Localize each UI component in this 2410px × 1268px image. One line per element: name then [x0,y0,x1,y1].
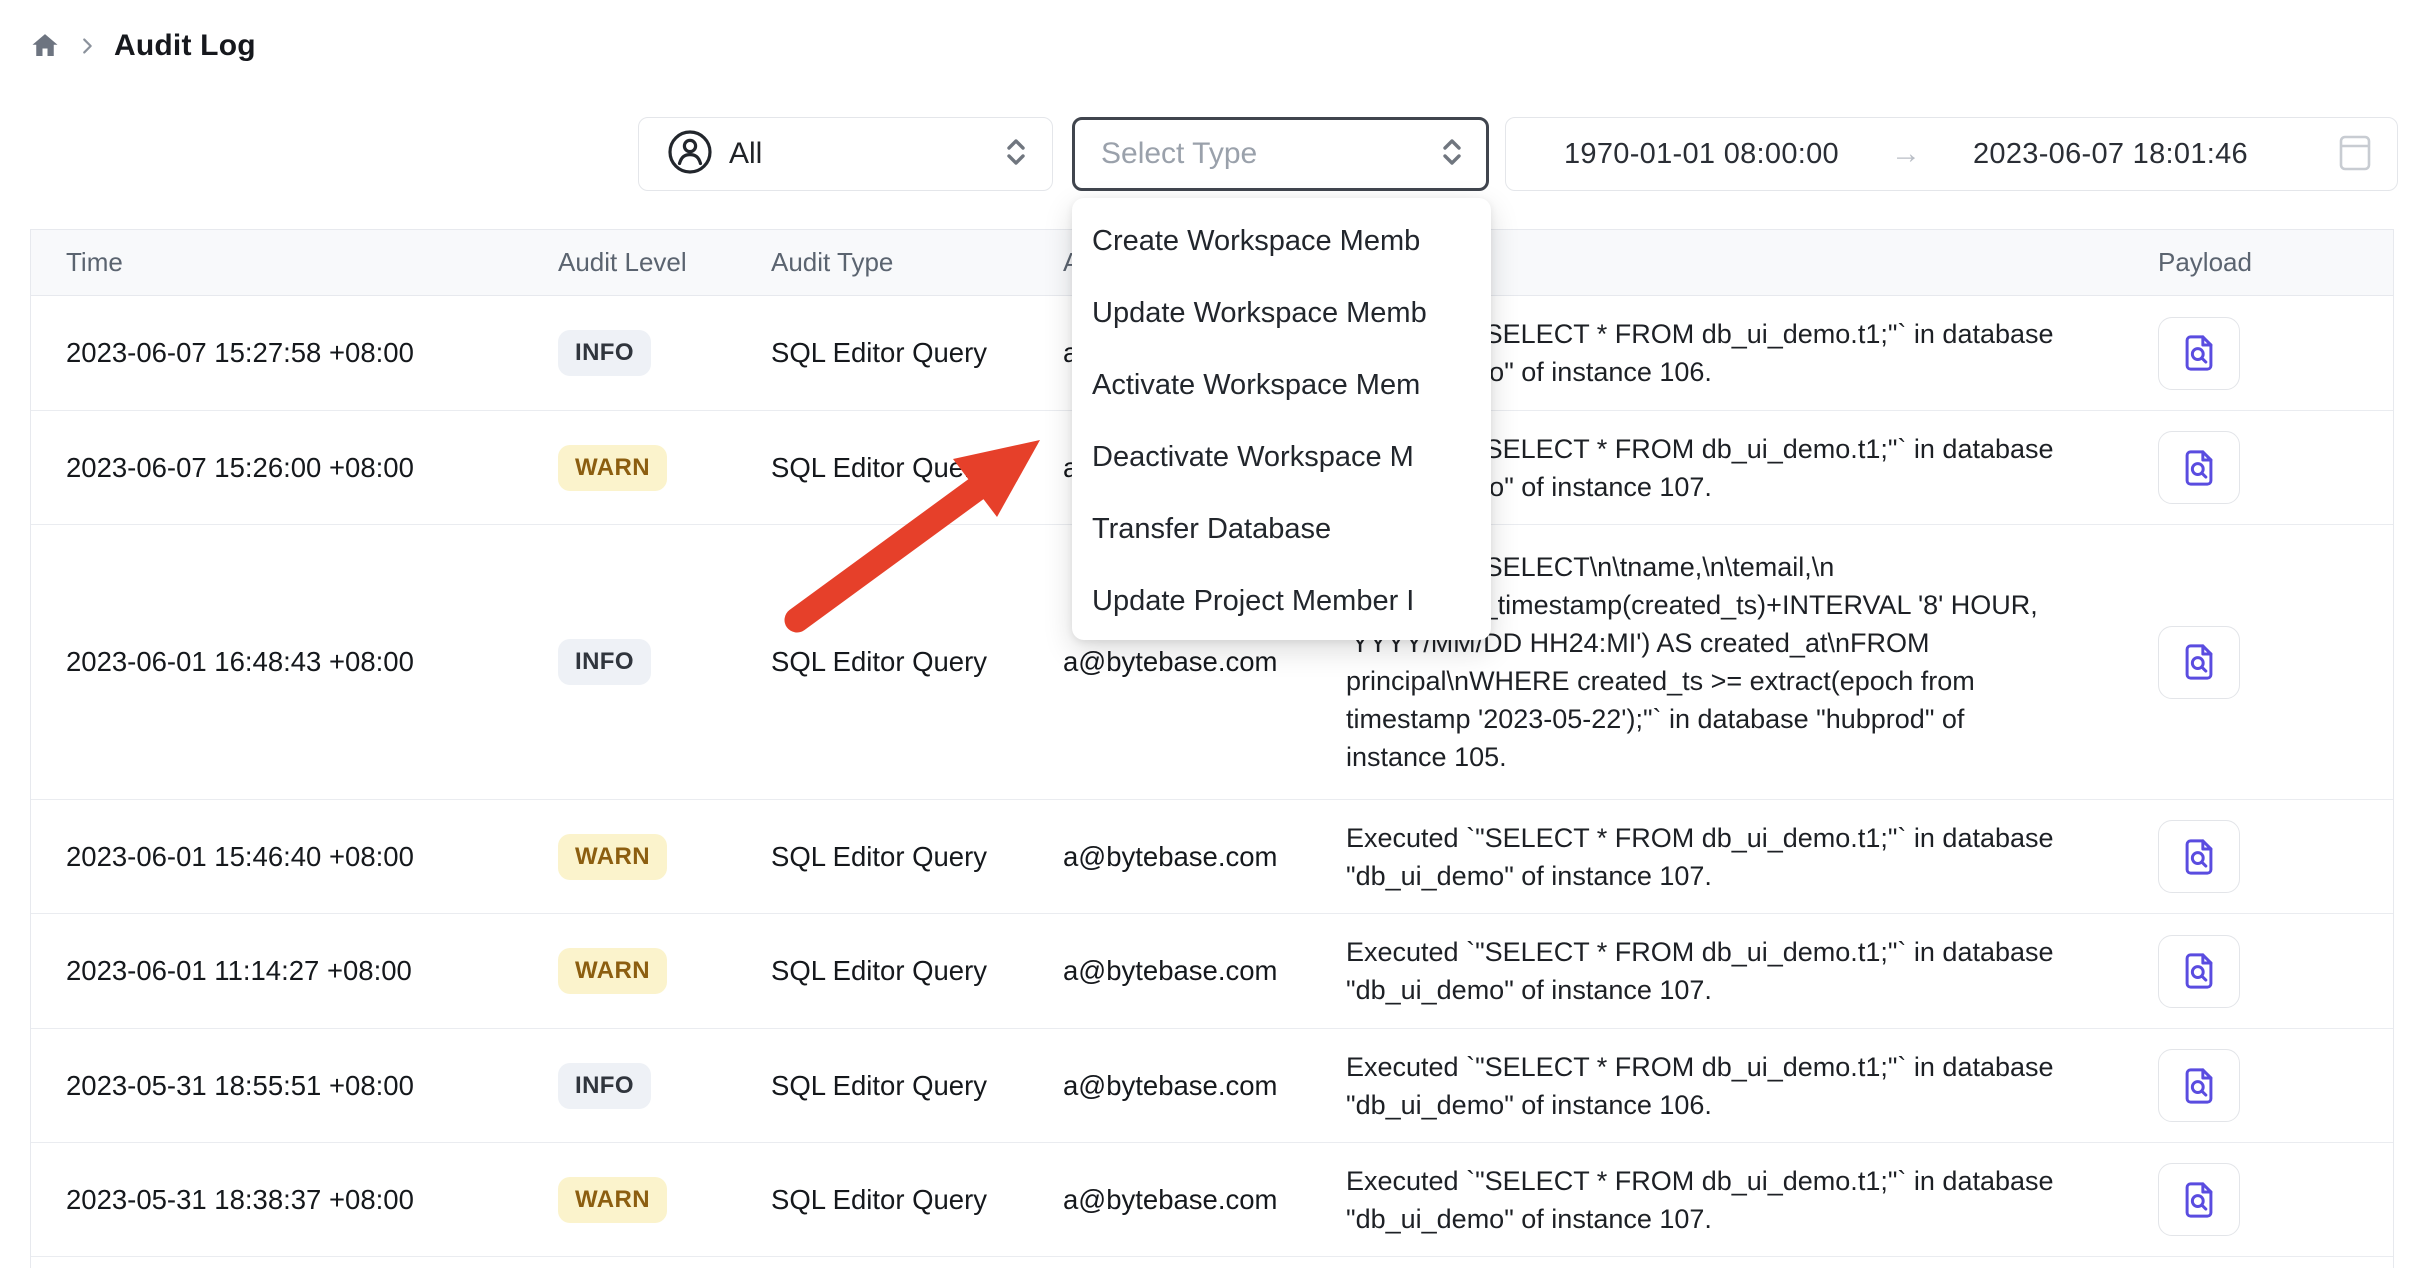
audit-level-badge: INFO [558,1063,651,1109]
view-payload-button[interactable] [2158,626,2240,699]
audit-type-placeholder: Select Type [1101,137,1257,171]
time-cell: 2023-05-31 18:55:51 +08:00 [31,1070,523,1102]
audit-level-badge: WARN [558,1177,667,1223]
audit-type-cell: SQL Editor Query [741,452,1031,484]
audit-level-badge: WARN [558,948,667,994]
payload-cell [2126,820,2394,893]
dropdown-menu-item[interactable]: Activate Workspace Mem [1072,349,1491,421]
date-range-end[interactable]: 2023-06-07 18:01:46 [1973,138,2248,171]
audit-level-badge: WARN [558,445,667,491]
page-title: Audit Log [114,29,256,63]
view-payload-button[interactable] [2158,1049,2240,1122]
breadcrumb: Audit Log [30,26,256,66]
time-cell: 2023-05-31 18:38:37 +08:00 [31,1184,523,1216]
document-search-icon [2178,836,2220,878]
level-cell: INFO [523,639,741,685]
time-cell: 2023-06-07 15:27:58 +08:00 [31,337,523,369]
level-cell: INFO [523,330,741,376]
audit-type-cell: SQL Editor Query [741,955,1031,987]
document-search-icon [2178,332,2220,374]
payload-cell [2126,1163,2394,1236]
table-row: 2023-06-01 11:14:27 +08:00 WARN SQL Edit… [31,914,2393,1029]
audit-type-cell: SQL Editor Query [741,337,1031,369]
view-payload-button[interactable] [2158,317,2240,390]
table-row-partial [31,1257,2393,1268]
dropdown-menu-item[interactable]: Update Workspace Memb [1072,277,1491,349]
time-cell: 2023-06-01 11:14:27 +08:00 [31,955,523,987]
home-icon[interactable] [30,31,60,61]
table-row: 2023-05-31 18:38:37 +08:00 WARN SQL Edit… [31,1143,2393,1257]
actor-cell: a@bytebase.com [1031,646,1316,678]
dropdown-menu-item[interactable]: Update Project Member I [1072,565,1491,637]
audit-type-dropdown-menu: Create Workspace MembUpdate Workspace Me… [1072,198,1491,640]
document-search-icon [2178,641,2220,683]
comment-cell: Executed `"SELECT * FROM db_ui_demo.t1;"… [1316,1162,2126,1238]
document-search-icon [2178,447,2220,489]
payload-cell [2126,1049,2394,1122]
audit-level-badge: INFO [558,639,651,685]
payload-cell [2126,431,2394,504]
level-cell: INFO [523,1063,741,1109]
view-payload-button[interactable] [2158,935,2240,1008]
view-payload-button[interactable] [2158,431,2240,504]
audit-level-badge: INFO [558,330,651,376]
actor-filter-select[interactable]: All [638,117,1053,191]
col-header-audit-level: Audit Level [523,247,741,278]
time-cell: 2023-06-07 15:26:00 +08:00 [31,452,523,484]
document-search-icon [2178,1179,2220,1221]
audit-level-badge: WARN [558,834,667,880]
document-search-icon [2178,950,2220,992]
audit-type-cell: SQL Editor Query [741,646,1031,678]
payload-cell [2126,626,2394,699]
audit-type-cell: SQL Editor Query [741,1184,1031,1216]
payload-cell [2126,935,2394,1008]
audit-type-select[interactable]: Select Type [1072,117,1489,191]
date-range-start[interactable]: 1970-01-01 08:00:00 [1564,138,1839,171]
view-payload-button[interactable] [2158,1163,2240,1236]
actor-cell: a@bytebase.com [1031,1184,1316,1216]
actor-filter-value: All [729,137,762,171]
dropdown-menu-item[interactable]: Deactivate Workspace M [1072,421,1491,493]
level-cell: WARN [523,948,741,994]
actor-cell: a@bytebase.com [1031,1070,1316,1102]
level-cell: WARN [523,834,741,880]
range-arrow-icon: → [1891,137,1921,171]
comment-cell: Executed `"SELECT * FROM db_ui_demo.t1;"… [1316,1048,2126,1124]
comment-cell: Executed `"SELECT * FROM db_ui_demo.t1;"… [1316,819,2126,895]
level-cell: WARN [523,1177,741,1223]
audit-type-cell: SQL Editor Query [741,841,1031,873]
col-header-audit-type: Audit Type [741,247,1031,278]
col-header-payload: Payload [2126,247,2394,278]
chevron-updown-icon [1438,136,1466,173]
chevron-right-icon [76,35,98,57]
dropdown-menu-item[interactable]: Transfer Database [1072,493,1491,565]
actor-cell: a@bytebase.com [1031,841,1316,873]
person-circle-icon [667,129,713,180]
level-cell: WARN [523,445,741,491]
payload-cell [2126,317,2394,390]
dropdown-menu-item[interactable]: Create Workspace Memb [1072,205,1491,277]
table-row: 2023-06-01 15:46:40 +08:00 WARN SQL Edit… [31,800,2393,914]
date-range-picker[interactable]: 1970-01-01 08:00:00 → 2023-06-07 18:01:4… [1505,117,2398,191]
document-search-icon [2178,1065,2220,1107]
table-row: 2023-05-31 18:55:51 +08:00 INFO SQL Edit… [31,1029,2393,1143]
view-payload-button[interactable] [2158,820,2240,893]
chevron-updown-icon [1002,136,1030,173]
actor-cell: a@bytebase.com [1031,955,1316,987]
time-cell: 2023-06-01 16:48:43 +08:00 [31,646,523,678]
audit-type-cell: SQL Editor Query [741,1070,1031,1102]
calendar-icon [2339,133,2371,176]
time-cell: 2023-06-01 15:46:40 +08:00 [31,841,523,873]
comment-cell: Executed `"SELECT * FROM db_ui_demo.t1;"… [1316,933,2126,1009]
col-header-time: Time [31,247,523,278]
